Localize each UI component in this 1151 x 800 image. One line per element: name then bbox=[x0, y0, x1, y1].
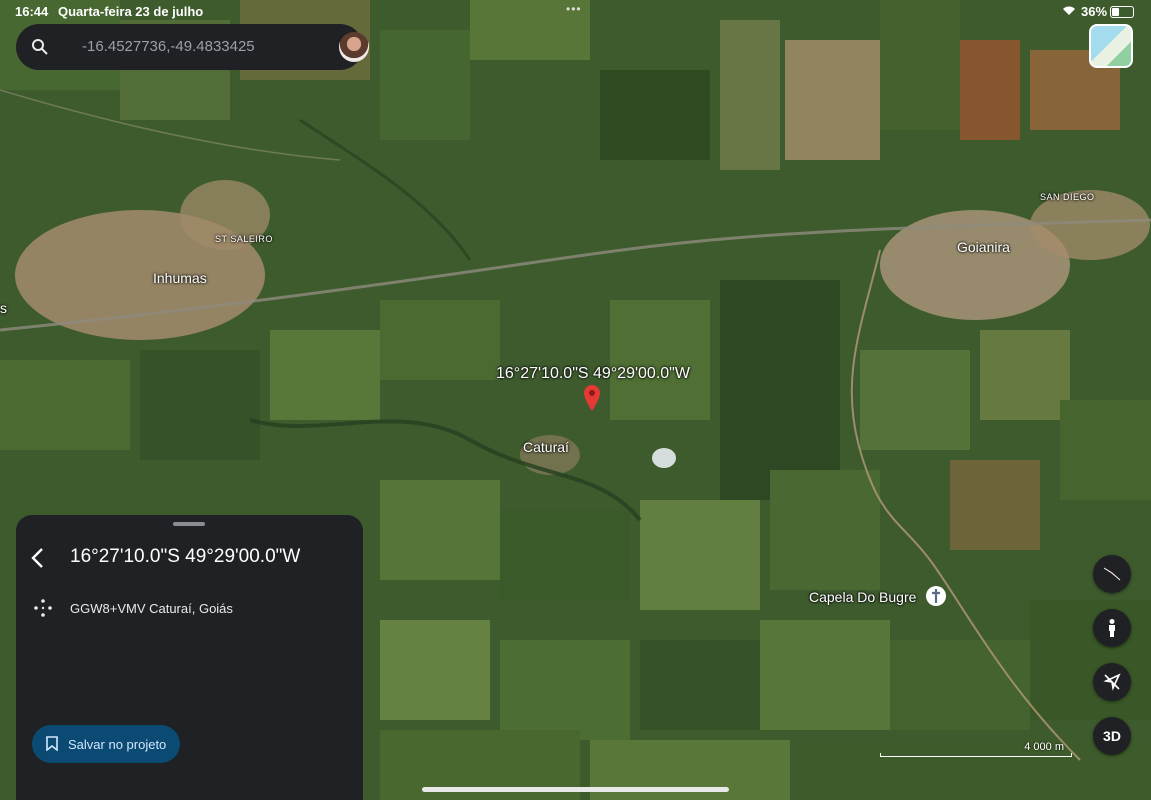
home-indicator[interactable] bbox=[422, 787, 729, 792]
plus-code-icon bbox=[33, 598, 53, 623]
map-label-goianira: Goianira bbox=[957, 239, 1010, 255]
navigation-off-button[interactable] bbox=[1093, 663, 1131, 701]
search-icon[interactable] bbox=[31, 38, 49, 61]
status-time: 16:44 bbox=[15, 4, 49, 19]
scale-label: 4 000 m bbox=[1024, 741, 1064, 753]
map-label-st-saleiro: ST SALEIRO bbox=[215, 234, 273, 244]
map-label-inhumas: Inhumas bbox=[153, 270, 207, 286]
avatar[interactable] bbox=[339, 32, 369, 62]
plus-code-text: GGW8+VMV Caturaí, Goiás bbox=[70, 601, 233, 616]
multitasking-dots[interactable]: ••• bbox=[566, 2, 582, 16]
map-label-edge: s bbox=[0, 300, 7, 316]
back-arrow-icon[interactable] bbox=[30, 547, 44, 574]
location-info-panel: 16°27'10.0"S 49°29'00.0"W GGW8+VMV Catur… bbox=[16, 515, 363, 800]
compass-button[interactable] bbox=[1093, 555, 1131, 593]
compass-icon bbox=[1103, 567, 1121, 581]
panel-drag-handle[interactable] bbox=[173, 522, 205, 526]
pegman-icon bbox=[1109, 619, 1115, 637]
save-to-project-button[interactable]: Salvar no projeto bbox=[32, 725, 180, 763]
pin-coordinates-label: 16°27'10.0"S 49°29'00.0"W bbox=[496, 365, 690, 382]
status-date: Quarta-feira 23 de julho bbox=[58, 4, 204, 19]
navigation-off-icon bbox=[1103, 673, 1121, 691]
panel-title: 16°27'10.0"S 49°29'00.0"W bbox=[70, 546, 301, 567]
battery-percent: 36% bbox=[1081, 4, 1108, 19]
wifi-icon bbox=[1062, 4, 1076, 19]
map-label-caturai: Caturaí bbox=[523, 439, 569, 455]
search-bar[interactable]: -16.4527736,-49.4833425 bbox=[16, 24, 369, 70]
map-label-capela-do-bugre[interactable]: Capela Do Bugre bbox=[809, 589, 916, 605]
3d-toggle-button[interactable]: 3D bbox=[1093, 717, 1131, 755]
street-view-button[interactable] bbox=[1093, 609, 1131, 647]
map-label-san-diego: SAN DIEGO bbox=[1040, 192, 1095, 202]
location-pin-icon[interactable] bbox=[584, 385, 600, 416]
battery-icon bbox=[1110, 6, 1134, 18]
bookmark-icon bbox=[46, 736, 58, 754]
map-layers-button[interactable] bbox=[1089, 24, 1133, 68]
search-input[interactable]: -16.4527736,-49.4833425 bbox=[82, 38, 255, 55]
scale-line bbox=[880, 753, 1072, 757]
status-bar: 16:44 Quarta-feira 23 de julho ••• 36% bbox=[0, 0, 1151, 22]
scale-bar: 4 000 m bbox=[880, 741, 1072, 757]
save-button-label: Salvar no projeto bbox=[68, 737, 167, 752]
church-icon[interactable] bbox=[925, 585, 947, 614]
